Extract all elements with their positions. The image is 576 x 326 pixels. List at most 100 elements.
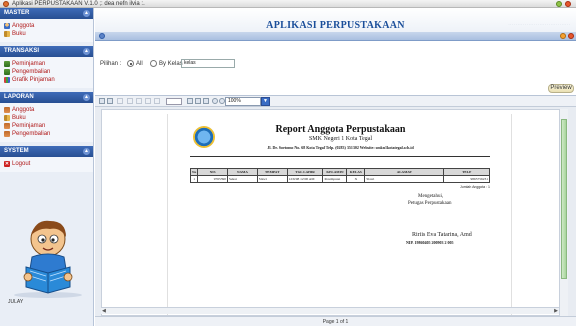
panel-header-laporan[interactable]: LAPORAN ▲ <box>0 92 93 103</box>
report-page: Report Anggota Perpustakaan SMK Negeri 1… <box>167 114 512 315</box>
preview-button[interactable]: Preview <box>548 84 574 93</box>
fit-page-icon[interactable] <box>195 98 201 104</box>
sidebar: MASTER ▲ Anggota Buku TRANSAKSI ▲ Peminj… <box>0 8 94 326</box>
actual-size-icon[interactable] <box>187 98 193 104</box>
col-kelamin: KELAMIN <box>322 168 348 176</box>
sidebar-item-label: Peminjaman <box>12 61 46 67</box>
transaction-icon <box>4 69 10 75</box>
save-icon[interactable] <box>99 98 105 104</box>
report-icon <box>4 131 10 137</box>
vertical-scrollbar[interactable] <box>559 109 568 316</box>
chart-icon <box>4 77 10 83</box>
member-count: Jumlah Anggota : 1 <box>460 185 490 189</box>
close-button[interactable] <box>565 1 571 7</box>
report-pager: Page 1 of 1 <box>95 316 576 326</box>
restore-icon[interactable] <box>560 33 566 39</box>
signature-line-2: Petugas Perpustakaan <box>408 201 452 206</box>
cell-nama: Sekar <box>227 175 258 183</box>
close-tab-icon[interactable] <box>568 33 574 39</box>
user-icon <box>4 23 10 29</box>
panel-body-system: ✕ Logout <box>0 157 93 172</box>
sidebar-item-pengembalian[interactable]: Pengembalian <box>4 68 89 76</box>
zoom-select[interactable]: 100% <box>225 97 261 106</box>
report-toolbar: 100% ▼ <box>95 96 576 107</box>
cell-tempat: Slawi <box>256 175 288 183</box>
panel-title-system: SYSTEM <box>4 148 29 154</box>
sidebar-item-grafik[interactable]: Grafik Pinjaman <box>4 76 89 84</box>
sidebar-item-buku[interactable]: Buku <box>4 30 89 38</box>
sidebar-item-laporan-pengembalian[interactable]: Pengembalian <box>4 130 89 138</box>
sidebar-item-anggota[interactable]: Anggota <box>4 22 89 30</box>
panel-header-master[interactable]: MASTER ▲ <box>0 8 93 19</box>
sidebar-item-laporan-anggota[interactable]: Anggota <box>4 106 89 114</box>
reading-boy-illustration: JULAY <box>6 215 90 310</box>
first-page-icon[interactable] <box>127 98 133 104</box>
table-header-row: No NIS NAMA TEMPAT TGL LAHIR KELAMIN KEL… <box>189 168 490 176</box>
app-icon <box>3 1 9 7</box>
horizontal-scrollbar[interactable]: ◀ ▶ <box>101 307 559 314</box>
logout-icon: ✕ <box>4 161 10 167</box>
report-page-area: Report Anggota Perpustakaan SMK Negeri 1… <box>101 109 568 316</box>
main-area: APLIKASI PERPUSTAKAAN · · · · · · · · · … <box>95 8 576 326</box>
panel-body-laporan: Anggota Buku Peminjaman Pengembalian <box>0 103 93 142</box>
col-nama: NAMA <box>227 168 258 176</box>
signatory-name: Ririis Eva Tatarina, Amd <box>412 232 472 238</box>
report-title: Report Anggota Perpustakaan <box>275 124 406 135</box>
scroll-right-icon[interactable]: ▶ <box>554 308 558 314</box>
radio-by-kelas[interactable] <box>150 60 157 67</box>
kelas-input[interactable]: kelas <box>181 59 235 68</box>
zoom-in-icon[interactable] <box>212 98 218 104</box>
sidebar-item-label: Pengembalian <box>12 131 51 137</box>
chevron-down-icon[interactable]: ▼ <box>261 97 270 106</box>
chevron-up-icon[interactable]: ▲ <box>83 10 90 17</box>
book-icon <box>4 31 10 37</box>
report-icon <box>4 123 10 129</box>
col-kelas: KELAS <box>346 168 366 176</box>
app-title: APLIKASI PERPUSTAKAAN <box>266 20 405 31</box>
chevron-up-icon[interactable]: ▲ <box>83 48 90 55</box>
filter-bar: Pilihan : All By Kelas kelas <box>95 42 576 76</box>
sidebar-item-label: Pengembalian <box>12 69 51 75</box>
signature-line-1: Mengetahui, <box>418 194 444 199</box>
sidebar-item-peminjaman[interactable]: Peminjaman <box>4 60 89 68</box>
sidebar-item-laporan-peminjaman[interactable]: Peminjaman <box>4 122 89 130</box>
app-header: APLIKASI PERPUSTAKAAN · · · · · · · · · … <box>95 8 576 32</box>
sidebar-item-laporan-buku[interactable]: Buku <box>4 114 89 122</box>
fit-width-icon[interactable] <box>203 98 209 104</box>
illustration-caption: JULAY <box>8 299 24 305</box>
panel-header-transaksi[interactable]: TRANSAKSI ▲ <box>0 46 93 57</box>
cell-kelamin: Perempuan <box>322 175 348 183</box>
scrollbar-thumb[interactable] <box>561 119 567 279</box>
col-tempat: TEMPAT <box>256 168 288 176</box>
window-title: Aplikasi PERPUSTAKAAN V.1.0 ;: dea nefn … <box>12 1 145 7</box>
col-telp: TELP <box>443 168 490 176</box>
cell-telp: 9865756231 <box>443 175 490 183</box>
chevron-up-icon[interactable]: ▲ <box>83 94 90 101</box>
report-address: Jl. Dr. Soetomo No. 68 Kota Tegal Telp. … <box>267 145 414 150</box>
sidebar-item-label: Logout <box>12 161 31 167</box>
page-indicator: Page 1 of 1 <box>322 319 349 325</box>
panel-title-transaksi: TRANSAKSI <box>4 48 40 54</box>
panel-title-master: MASTER <box>4 10 30 16</box>
cell-nis: 9765390 <box>197 175 229 183</box>
previous-page-icon[interactable] <box>136 98 142 104</box>
tab-icon[interactable] <box>99 33 105 39</box>
signatory-nip: NIP. 19860405 200903 2 005 <box>406 240 454 245</box>
radio-all[interactable] <box>127 60 134 67</box>
last-page-icon[interactable] <box>154 98 160 104</box>
page-number-input[interactable] <box>166 98 182 105</box>
sidebar-item-label: Buku <box>12 31 26 37</box>
table-row: 1 9765390 Sekar Slawi 12/6/98 12:00 AM P… <box>189 175 490 183</box>
panel-header-system[interactable]: SYSTEM ▲ <box>0 146 93 157</box>
cell-no: 1 <box>189 175 199 183</box>
chevron-up-icon[interactable]: ▲ <box>83 148 90 155</box>
next-page-icon[interactable] <box>145 98 151 104</box>
refresh-icon[interactable] <box>117 98 123 104</box>
scroll-left-icon[interactable]: ◀ <box>102 308 106 314</box>
minimize-button[interactable] <box>556 1 562 7</box>
report-icon <box>4 107 10 113</box>
sidebar-item-label: Anggota <box>12 23 35 29</box>
sidebar-item-logout[interactable]: ✕ Logout <box>4 160 89 168</box>
print-icon[interactable] <box>107 98 113 104</box>
boy-reading-image <box>14 220 82 298</box>
